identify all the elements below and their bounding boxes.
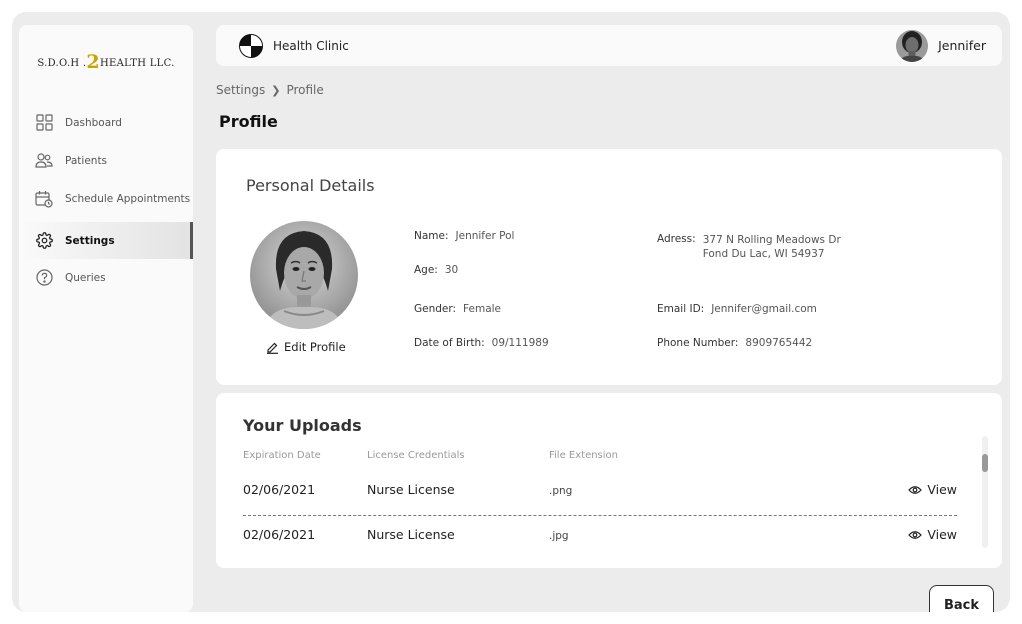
name-value: Jennifer Pol <box>455 230 515 242</box>
sidebar-item-settings[interactable]: Settings <box>19 222 193 259</box>
pencil-icon <box>266 341 279 354</box>
calendar-clock-icon <box>35 190 53 208</box>
gear-icon <box>35 232 53 250</box>
address-field: Adress: 377 N Rolling Meadows Dr Fond Du L… <box>657 233 841 260</box>
extension-cell: .jpg <box>549 530 569 542</box>
user-name: Jennifer <box>938 38 986 53</box>
sidebar-item-queries[interactable]: Queries <box>19 259 193 296</box>
gender-value: Female <box>463 303 502 315</box>
age-field: Age: 30 <box>414 264 459 276</box>
top-header: Health Clinic Jennifer <box>216 25 1002 66</box>
app-frame: S.D.O.H .2HEALTH LLC. Dashboard Patients… <box>12 12 1010 612</box>
avatar[interactable] <box>896 29 929 62</box>
phone-field: Phone Number: 8909765442 <box>657 337 813 349</box>
profile-photo <box>250 221 358 329</box>
brand-logo: S.D.O.H .2HEALTH LLC. <box>37 51 175 73</box>
dob-field: Date of Birth: 09/111989 <box>414 337 549 349</box>
table-row: 02/06/2021 Nurse License .jpg View <box>243 527 957 557</box>
gender-field: Gender: Female <box>414 303 502 315</box>
sidebar-item-dashboard[interactable]: Dashboard <box>19 104 193 141</box>
email-field: Email ID: Jennifer@gmail.com <box>657 303 817 315</box>
column-header-file-extension: File Extension <box>549 450 619 461</box>
dob-value: 09/111989 <box>491 337 549 349</box>
breadcrumb-profile: Profile <box>286 83 324 97</box>
edit-profile-button[interactable]: Edit Profile <box>266 340 346 354</box>
uploads-card: Your Uploads Expiration Date License Cre… <box>216 393 1002 568</box>
column-header-license-credentials: License Credentials <box>367 450 465 461</box>
clinic-name: Health Clinic <box>273 38 349 53</box>
grid-icon <box>35 114 53 132</box>
chevron-right-icon: ❯ <box>271 83 281 97</box>
sidebar-item-schedule-appointments[interactable]: Schedule Appointments <box>19 180 193 217</box>
user-menu[interactable]: Jennifer <box>896 29 986 62</box>
email-value: Jennifer@gmail.com <box>711 303 817 315</box>
sidebar-item-patients[interactable]: Patients <box>19 142 193 179</box>
phone-value: 8909765442 <box>745 337 813 349</box>
expiration-date-cell: 02/06/2021 <box>243 482 316 497</box>
extension-cell: .png <box>549 485 573 497</box>
sidebar: S.D.O.H .2HEALTH LLC. Dashboard Patients… <box>19 25 193 612</box>
breadcrumb: Settings ❯ Profile <box>216 83 324 97</box>
eye-icon <box>908 530 923 540</box>
personal-details-title: Personal Details <box>246 176 375 195</box>
clinic-logo-icon <box>239 33 263 58</box>
back-button[interactable]: Back <box>929 585 994 612</box>
age-value: 30 <box>444 264 459 276</box>
column-header-expiration-date: Expiration Date <box>243 450 321 461</box>
personal-details-card: Personal Details Edit Profile Name: Jenn… <box>216 149 1002 385</box>
expiration-date-cell: 02/06/2021 <box>243 527 316 542</box>
view-button[interactable]: View <box>908 527 957 542</box>
name-field: Name: Jennifer Pol <box>414 230 515 242</box>
scrollbar-thumb[interactable] <box>982 454 988 472</box>
view-button[interactable]: View <box>908 482 957 497</box>
users-icon <box>35 152 53 170</box>
uploads-title: Your Uploads <box>243 416 362 435</box>
breadcrumb-settings[interactable]: Settings <box>216 83 265 97</box>
page-title: Profile <box>219 112 278 131</box>
question-icon <box>35 269 53 287</box>
credential-cell: Nurse License <box>367 527 455 542</box>
address-value: 377 N Rolling Meadows Dr Fond Du Lac, WI … <box>702 234 841 260</box>
uploads-scrollbar[interactable] <box>982 436 988 548</box>
table-row: 02/06/2021 Nurse License .png View <box>243 482 957 512</box>
row-divider <box>243 515 957 516</box>
eye-icon <box>908 485 923 495</box>
credential-cell: Nurse License <box>367 482 455 497</box>
